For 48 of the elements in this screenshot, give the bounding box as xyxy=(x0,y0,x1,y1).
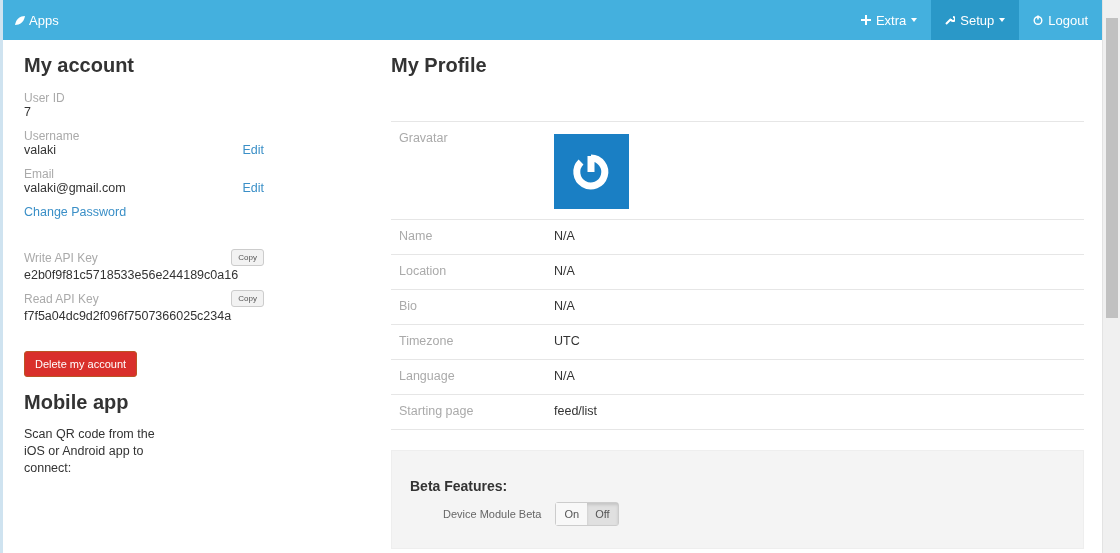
api-key-value: f7f5a04dc9d2f096f7507366025c234a xyxy=(24,309,233,323)
instruction-text: Scan QR code from the iOS or Android app to connect: xyxy=(24,426,156,477)
edit-link[interactable]: Edit xyxy=(242,181,264,195)
section-title: Mobile app xyxy=(24,391,130,414)
field-label: Write API Key xyxy=(24,250,98,265)
plus-icon xyxy=(860,15,871,25)
copy-button[interactable]: Copy xyxy=(231,290,264,307)
scrollbar[interactable] xyxy=(1102,0,1120,553)
profile-label: Bio xyxy=(399,299,419,315)
delete-account-button[interactable]: Delete my account xyxy=(24,351,138,377)
profile-label: Starting page xyxy=(399,404,475,420)
field-value: 7 xyxy=(24,105,32,119)
caret-icon xyxy=(911,18,918,22)
profile-label: Location xyxy=(399,264,448,280)
setting-label: Device Module Beta xyxy=(443,508,542,520)
field-label: Read API Key xyxy=(24,291,99,306)
leaf-icon xyxy=(15,15,25,25)
field-value: valaki@gmail.com xyxy=(24,181,126,195)
copy-button[interactable]: Copy xyxy=(231,249,264,266)
profile-value: N/A xyxy=(554,299,575,315)
caret-icon xyxy=(999,18,1006,22)
panel-title: Beta Features: xyxy=(410,478,509,494)
toggle-option[interactable]: Off xyxy=(587,503,618,525)
profile-value: feed/list xyxy=(554,404,598,420)
nav-menu-item[interactable]: Extra xyxy=(846,0,932,40)
field-label: Username xyxy=(24,129,81,143)
profile-label: Timezone xyxy=(399,334,455,350)
profile-label: Gravatar xyxy=(399,131,449,147)
profile-value: N/A xyxy=(554,229,575,245)
api-key-value: e2b0f9f81c5718533e56e244189c0a16 xyxy=(24,268,240,282)
nav-menu-item[interactable]: Setup xyxy=(931,0,1020,40)
profile-value: N/A xyxy=(554,369,575,385)
edit-link[interactable]: Edit xyxy=(242,143,264,157)
field-label: Email xyxy=(24,167,55,181)
power-icon xyxy=(1033,15,1044,25)
avatar-icon xyxy=(554,134,629,209)
profile-label: Name xyxy=(399,229,434,245)
profile-label: Language xyxy=(399,369,456,385)
brand-link[interactable]: Apps xyxy=(3,0,71,40)
section-title: My account xyxy=(24,54,136,77)
nav-menu-item[interactable]: Logout xyxy=(1019,0,1102,40)
section-title: My Profile xyxy=(391,54,488,77)
profile-value: N/A xyxy=(554,264,575,280)
field-label: User ID xyxy=(24,91,66,105)
toggle-option[interactable]: On xyxy=(556,503,588,525)
field-value: valaki xyxy=(24,143,56,157)
profile-value: UTC xyxy=(554,334,580,350)
change-password-link[interactable]: Change Password xyxy=(24,205,127,219)
